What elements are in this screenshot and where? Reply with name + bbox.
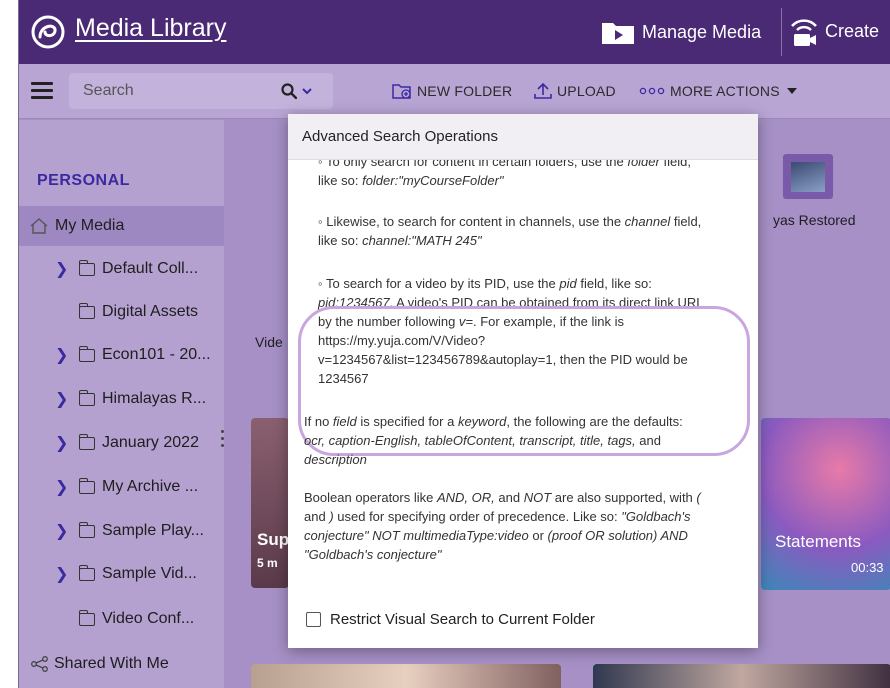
new-folder-icon (392, 84, 411, 99)
folder-icon (78, 389, 95, 406)
app-logo-icon[interactable] (31, 15, 65, 49)
sidebar-folder-econ101[interactable]: ❯ Econ101 - 20... (19, 335, 224, 375)
manage-media-button[interactable]: Manage Media (601, 16, 761, 48)
sidebar-item-label: Shared With Me (54, 655, 169, 672)
chevron-right-icon[interactable]: ❯ (55, 521, 69, 541)
help-default-fields: If no field is specified for a keyword, … (304, 414, 683, 467)
media-card-duration: 00:33 (851, 560, 884, 575)
media-card-title: Statements (775, 532, 861, 551)
media-card-meta: 5 m (257, 556, 278, 570)
sidebar-folder-default-collection[interactable]: ❯ Default Coll... (19, 249, 224, 289)
sidebar-item-label: Sample Vid... (102, 565, 197, 582)
sidebar-folder-video-conference[interactable]: Video Conf... (19, 599, 224, 639)
app-bar: Media Library Manage Media Create (19, 0, 890, 64)
sidebar-folder-himalayas[interactable]: ❯ Himalayas R... (19, 379, 224, 419)
folder-icon (78, 259, 95, 276)
sidebar-item-label: Digital Assets (102, 303, 199, 320)
new-folder-label: NEW FOLDER (417, 83, 513, 99)
create-button[interactable]: Create (789, 14, 879, 48)
search-box (69, 73, 333, 109)
folder-tile-label[interactable]: yas Restored (773, 212, 855, 228)
folder-icon (78, 609, 95, 626)
media-card[interactable] (251, 664, 561, 688)
search-icon (281, 83, 297, 99)
toolbar: NEW FOLDER UPLOAD MORE ACTIONS (19, 64, 890, 119)
more-actions-button[interactable]: MORE ACTIONS (639, 80, 803, 102)
section-label: Vide (255, 334, 283, 350)
more-actions-label: MORE ACTIONS (670, 83, 780, 99)
sidebar-section-personal: PERSONAL (37, 172, 130, 189)
upload-label: UPLOAD (557, 83, 616, 99)
sidebar-item-label: Video Conf... (102, 610, 195, 627)
folder-icon (78, 564, 95, 581)
restrict-search-checkbox[interactable] (306, 611, 321, 627)
sidebar-folder-january-2022[interactable]: ❯ January 2022 (19, 423, 224, 463)
sidebar-folder-digital-assets[interactable]: Digital Assets (19, 292, 224, 332)
media-card-title: Sup (257, 530, 289, 549)
chevron-right-icon[interactable]: ❯ (55, 259, 69, 279)
home-icon (30, 218, 48, 234)
sidebar-folder-sample-videos[interactable]: ❯ Sample Vid... (19, 554, 224, 594)
sidebar-item-my-media[interactable]: My Media (19, 206, 224, 246)
chevron-right-icon[interactable]: ❯ (55, 345, 69, 365)
upload-icon (534, 82, 552, 99)
caret-down-icon (786, 88, 797, 94)
sidebar-item-label: My Media (55, 217, 125, 234)
upload-button[interactable]: UPLOAD (534, 80, 616, 102)
sidebar-item-label: Default Coll... (102, 260, 199, 277)
sidebar-folder-my-archive[interactable]: ❯ My Archive ... (19, 467, 224, 507)
search-input[interactable] (69, 73, 274, 109)
broadcast-camera-icon (791, 19, 817, 46)
media-card[interactable]: Statements 00:33 (761, 418, 890, 590)
new-folder-button[interactable]: NEW FOLDER (392, 80, 512, 102)
media-card[interactable] (593, 664, 890, 688)
menu-icon[interactable] (31, 82, 53, 100)
search-options-button[interactable] (281, 81, 313, 101)
sidebar-item-label: January 2022 (102, 434, 199, 451)
chevron-down-icon (302, 88, 312, 95)
create-label: Create (825, 20, 880, 41)
chevron-right-icon[interactable]: ❯ (55, 433, 69, 453)
popup-body: ◦ To only search for content in certain … (288, 160, 758, 590)
restrict-search-label[interactable]: Restrict Visual Search to Current Folder (330, 611, 595, 628)
sidebar-folder-sample-playlist[interactable]: ❯ Sample Play... (19, 511, 224, 551)
advanced-search-popup: Advanced Search Operations ◦ To only sea… (288, 114, 758, 648)
folder-icon (78, 477, 95, 494)
folder-icon (78, 433, 95, 450)
restrict-search-option: Restrict Visual Search to Current Folder (288, 590, 758, 648)
sidebar-item-label: Himalayas R... (102, 390, 207, 407)
folder-icon (78, 302, 95, 319)
folder-thumbnail[interactable] (783, 154, 833, 199)
sidebar-item-label: My Archive ... (102, 478, 199, 495)
help-item-folder: ◦ To only search for content in certain … (318, 160, 691, 188)
chevron-right-icon[interactable]: ❯ (55, 477, 69, 497)
manage-media-label: Manage Media (642, 21, 762, 42)
sidebar: PERSONAL My Media ❯ Default Coll... Digi… (19, 120, 224, 688)
more-dots-icon (639, 87, 665, 95)
help-boolean-operators: Boolean operators like AND, OR, and NOT … (304, 490, 701, 562)
folder-icon (78, 521, 95, 538)
media-folder-icon (602, 23, 634, 44)
sidebar-item-shared-with-me[interactable]: Shared With Me (19, 644, 224, 684)
sidebar-item-label: Econ101 - 20... (102, 346, 211, 363)
media-card[interactable]: Sup 5 m (251, 418, 289, 588)
share-icon (31, 656, 48, 672)
app-title[interactable]: Media Library (75, 14, 226, 43)
divider (781, 8, 782, 56)
popup-title: Advanced Search Operations (288, 114, 758, 160)
chevron-right-icon[interactable]: ❯ (55, 564, 69, 584)
help-item-channel: ◦ Likewise, to search for content in cha… (318, 214, 702, 248)
folder-icon (78, 345, 95, 362)
sidebar-item-label: Sample Play... (102, 522, 204, 539)
chevron-right-icon[interactable]: ❯ (55, 389, 69, 409)
